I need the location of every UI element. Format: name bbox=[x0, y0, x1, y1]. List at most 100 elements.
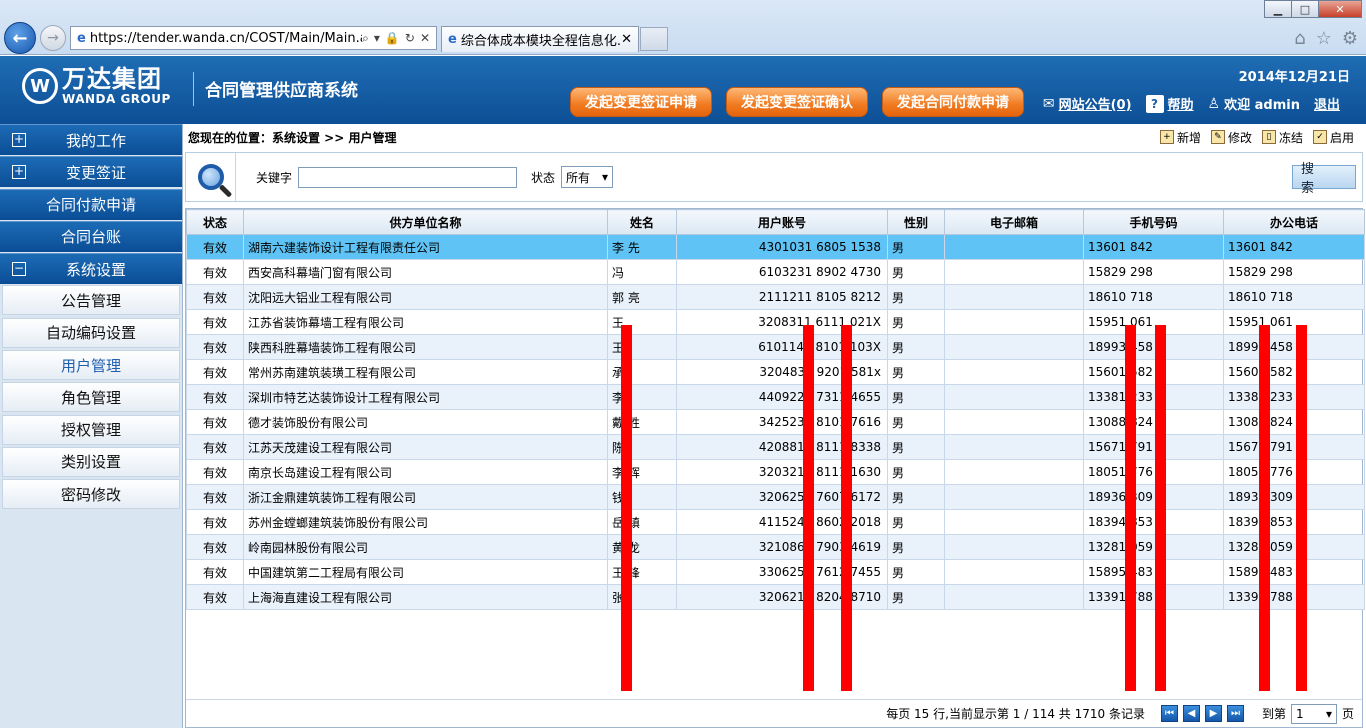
enable-button[interactable]: ✓ 启用 bbox=[1312, 129, 1354, 146]
keyword-input[interactable] bbox=[298, 166, 518, 188]
freeze-button[interactable]: ▯ 冻结 bbox=[1261, 129, 1303, 146]
sidebar-item-authorization[interactable]: 授权管理 bbox=[2, 414, 180, 445]
cell-status: 有效 bbox=[186, 584, 244, 610]
logout-link[interactable]: 退出 bbox=[1314, 94, 1340, 113]
close-window-button[interactable]: ✕ bbox=[1318, 0, 1362, 18]
notice-link[interactable]: 网站公告(0) bbox=[1059, 94, 1132, 113]
sidebar-item-password[interactable]: 密码修改 bbox=[2, 479, 180, 510]
table-row[interactable]: 有效 江苏天茂建设工程有限公司陈 4208811 8111 8338 男 15671 … bbox=[186, 434, 1365, 460]
col-email[interactable]: 电子邮箱 bbox=[944, 209, 1084, 235]
cell-email bbox=[944, 409, 1084, 435]
change-visa-apply-button[interactable]: 发起变更签证申请 bbox=[570, 87, 712, 117]
table-row[interactable]: 有效 南京长岛建设工程有限公司李 辉 3203211 8111 1630 男 18051… bbox=[186, 459, 1365, 485]
user-table: 状态 供方单位名称 姓名 用户账号 性别 电子邮箱 手机号码 办公电话 有效 湖南… bbox=[185, 208, 1365, 728]
search-button[interactable]: 搜 索 bbox=[1292, 162, 1356, 196]
col-supplier[interactable]: 供方单位名称 bbox=[243, 209, 608, 235]
cell-gender: 男 bbox=[887, 559, 945, 585]
col-gender[interactable]: 性别 bbox=[887, 209, 945, 235]
col-mobile[interactable]: 手机号码 bbox=[1083, 209, 1224, 235]
home-icon[interactable]: ⌂ bbox=[1294, 28, 1305, 49]
table-row[interactable]: 有效 陕西科胜幕墙装饰工程有限公司王 6101141 8101 103X 男 1899… bbox=[186, 334, 1365, 360]
table-row[interactable]: 有效 西安高科幕墙门窗有限公司冯 6103231 8902 4730 男 15829 … bbox=[186, 259, 1365, 285]
cell-supplier: 深圳市特艺达装饰设计工程有限公司 bbox=[243, 384, 608, 410]
magnifier-icon bbox=[197, 164, 224, 190]
maximize-button[interactable]: □ bbox=[1291, 0, 1319, 18]
new-tab-button[interactable] bbox=[640, 27, 668, 51]
first-page-icon: ⏮ bbox=[1164, 708, 1174, 719]
cell-email bbox=[944, 434, 1084, 460]
cell-status: 有效 bbox=[186, 559, 244, 585]
cell-mobile: 13381 233 bbox=[1083, 384, 1224, 410]
cell-status: 有效 bbox=[186, 234, 244, 260]
help-link[interactable]: 帮助 bbox=[1168, 94, 1194, 113]
cell-office-phone: 13391 788 bbox=[1223, 584, 1365, 610]
back-button[interactable]: ← bbox=[4, 22, 36, 54]
cell-account: 3306251 7612 7455 bbox=[676, 559, 888, 585]
sidebar: + 我的工作 + 变更签证 合同付款申请 合同台账 − 系统设置 公告管理 自动编码设… bbox=[0, 124, 183, 728]
cell-email bbox=[944, 234, 1084, 260]
table-row[interactable]: 有效 湖南六建装饰设计工程有限责任公司李 先 4301031 6805 1538 男 1… bbox=[186, 234, 1365, 260]
col-status[interactable]: 状态 bbox=[186, 209, 244, 235]
state-select[interactable]: 所有 ▾ bbox=[561, 166, 614, 188]
prev-page-button[interactable]: ◀ bbox=[1182, 705, 1200, 722]
cell-office-phone: 15601 582 bbox=[1223, 359, 1365, 385]
browser-chrome: ▁ □ ✕ ← → e https://tender.wanda.cn/COST… bbox=[0, 0, 1366, 55]
col-name[interactable]: 姓名 bbox=[607, 209, 677, 235]
col-account[interactable]: 用户账号 bbox=[676, 209, 888, 235]
page-select[interactable]: 1 ▾ bbox=[1290, 703, 1337, 724]
favorites-star-icon[interactable]: ☆ bbox=[1316, 28, 1332, 49]
edit-button[interactable]: ✎ 修改 bbox=[1210, 129, 1252, 146]
pager: 每页 15 行,当前显示第 1 / 114 共 1710 条记录 ⏮ ◀ ▶ ⏭… bbox=[186, 699, 1362, 727]
table-row[interactable]: 有效 上海海直建设工程有限公司张 3206211 8204 8710 男 13391 … bbox=[186, 584, 1365, 610]
dropdown-icon[interactable]: ▾ bbox=[374, 31, 380, 46]
table-row[interactable]: 有效 浙江金鼎建筑装饰工程有限公司钱 3206251 7607 6172 男 1893… bbox=[186, 484, 1365, 510]
sidebar-item-auto-code[interactable]: 自动编码设置 bbox=[2, 317, 180, 348]
contract-payment-apply-button[interactable]: 发起合同付款申请 bbox=[882, 87, 1024, 117]
sidebar-item-categories[interactable]: 类别设置 bbox=[2, 446, 180, 477]
redaction-bar bbox=[1296, 325, 1307, 691]
cell-mobile: 18993 458 bbox=[1083, 334, 1224, 360]
tab-close-icon[interactable]: ✕ bbox=[621, 32, 632, 47]
search-icon[interactable]: ⌕ bbox=[362, 31, 369, 46]
cell-mobile: 18936 309 bbox=[1083, 484, 1224, 510]
menu-contract-ledger[interactable]: 合同台账 bbox=[0, 220, 182, 252]
table-row[interactable]: 有效 江苏省装饰幕墙工程有限公司王 3208311 6111 021X 男 15951… bbox=[186, 309, 1365, 335]
state-label: 状态 bbox=[531, 170, 556, 185]
menu-system-settings[interactable]: − 系统设置 bbox=[0, 253, 182, 285]
next-page-button[interactable]: ▶ bbox=[1204, 705, 1222, 722]
col-office-phone[interactable]: 办公电话 bbox=[1223, 209, 1365, 235]
sidebar-item-notice[interactable]: 公告管理 bbox=[2, 285, 180, 316]
add-button[interactable]: + 新增 bbox=[1159, 129, 1201, 146]
minimize-button[interactable]: ▁ bbox=[1264, 0, 1292, 18]
table-row[interactable]: 有效 苏州金螳螂建筑装饰股份有限公司岳 镇 4115241 8602 2018 男 18… bbox=[186, 509, 1365, 535]
table-row[interactable]: 有效 岭南园林股份有限公司黄 龙 3210861 7903 4619 男 13281 0… bbox=[186, 534, 1365, 560]
menu-contract-payment[interactable]: 合同付款申请 bbox=[0, 188, 182, 220]
table-row[interactable]: 有效 沈阳远大铝业工程有限公司郭 亮 2111211 8105 8212 男 18610… bbox=[186, 284, 1365, 310]
tools-gear-icon[interactable]: ⚙ bbox=[1342, 28, 1358, 49]
change-visa-confirm-button[interactable]: 发起变更签证确认 bbox=[726, 87, 868, 117]
wanda-logo: W 万达集团 WANDA GROUP bbox=[22, 66, 171, 106]
lock-icon[interactable]: 🔒 bbox=[385, 31, 400, 46]
cell-account: 6101141 8101 103X bbox=[676, 334, 888, 360]
address-bar[interactable]: e https://tender.wanda.cn/COST/Main/Main… bbox=[70, 26, 437, 50]
cell-status: 有效 bbox=[186, 359, 244, 385]
menu-change-visa[interactable]: + 变更签证 bbox=[0, 156, 182, 188]
stop-icon[interactable]: ✕ bbox=[420, 31, 430, 46]
menu-my-work[interactable]: + 我的工作 bbox=[0, 124, 182, 155]
cell-mobile: 13281 059 bbox=[1083, 534, 1224, 560]
menu-label: 变更签证 bbox=[65, 163, 126, 182]
sidebar-item-roles[interactable]: 角色管理 bbox=[2, 382, 180, 413]
table-row[interactable]: 有效 常州苏南建筑装璜工程有限公司承 3204831 9201 581x 男 1560… bbox=[186, 359, 1365, 385]
forward-button[interactable]: → bbox=[40, 25, 66, 51]
browser-tab[interactable]: e 综合体成本模块全程信息化... ✕ bbox=[441, 26, 639, 52]
cell-mobile: 18051 776 bbox=[1083, 459, 1224, 485]
last-page-button[interactable]: ⏭ bbox=[1226, 705, 1244, 722]
table-row[interactable]: 有效 中国建筑第二工程局有限公司王 锋 3306251 7612 7455 男 1589… bbox=[186, 559, 1365, 585]
sidebar-item-users[interactable]: 用户管理 bbox=[2, 350, 180, 381]
refresh-icon[interactable]: ↻ bbox=[405, 31, 415, 46]
table-row[interactable]: 有效 深圳市特艺达装饰设计工程有限公司李 4409221 7311 4655 男 13… bbox=[186, 384, 1365, 410]
first-page-button[interactable]: ⏮ bbox=[1160, 705, 1178, 722]
cell-name: 黄 龙 bbox=[607, 534, 677, 560]
table-row[interactable]: 有效 德才装饰股份有限公司戴 胜 3425231 8101 7616 男 13088 8… bbox=[186, 409, 1365, 435]
cell-mobile: 15895 483 bbox=[1083, 559, 1224, 585]
